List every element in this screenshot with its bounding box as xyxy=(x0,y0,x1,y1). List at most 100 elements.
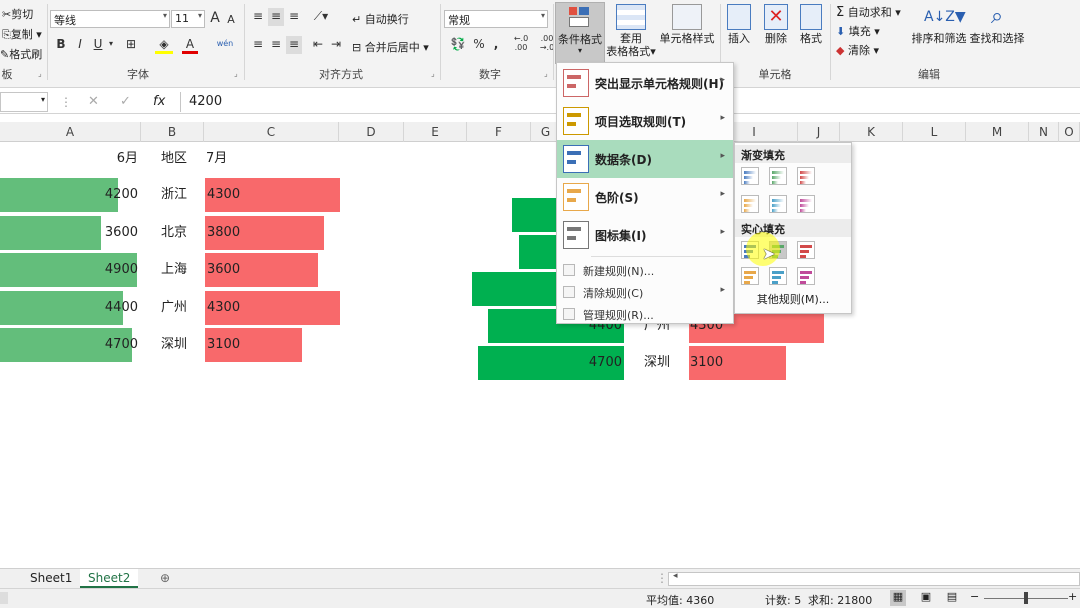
more-rules-item[interactable]: 其他规则(M)... xyxy=(735,291,851,307)
cf-menu-item-1[interactable]: 项目选取规则(T) ▸ xyxy=(557,102,733,140)
align-bottom-icon[interactable]: ≡ xyxy=(286,8,302,26)
june-value[interactable]: 4200 xyxy=(0,178,140,212)
region-label[interactable]: 北京 xyxy=(146,216,202,250)
column-header-c[interactable]: C xyxy=(204,122,339,142)
align-left-icon[interactable]: ≡ xyxy=(250,36,266,54)
clipboard-launcher-icon[interactable]: ⌟ xyxy=(38,69,42,78)
region-label[interactable]: 浙江 xyxy=(146,178,202,212)
shrink-font-button[interactable]: A xyxy=(225,12,237,30)
merge-center-button[interactable]: ⊟ 合并后居中 ▾ xyxy=(352,39,429,55)
format-as-table-button[interactable]: 套用 表格格式▾ xyxy=(606,2,656,62)
data-bar-option[interactable] xyxy=(741,267,759,285)
tab-sheet1[interactable]: Sheet1 xyxy=(22,569,80,588)
data-bar-option[interactable] xyxy=(769,167,787,185)
phonetic-button[interactable]: wén xyxy=(216,36,234,54)
data-bar-option[interactable] xyxy=(741,195,759,213)
increase-indent-icon[interactable]: ⇥ xyxy=(328,36,344,54)
june-value[interactable]: 4700 xyxy=(0,328,140,362)
page-layout-icon[interactable]: ▣ xyxy=(918,590,934,603)
region-label[interactable]: 深圳 xyxy=(146,328,202,362)
cf-menu-item-0[interactable]: 突出显示单元格规则(H) ▸ xyxy=(557,64,733,102)
june-value[interactable]: 3600 xyxy=(0,216,140,250)
align-right-icon[interactable]: ≡ xyxy=(286,36,302,54)
clear-button[interactable]: ◆ 清除 ▾ xyxy=(836,42,879,58)
cf-menu-item-3[interactable]: 色阶(S) ▸ xyxy=(557,178,733,216)
insert-button[interactable]: 插入 xyxy=(722,2,756,62)
alignment-launcher-icon[interactable]: ⌟ xyxy=(431,69,435,78)
fill-button[interactable]: ⬇ 填充 ▾ xyxy=(836,23,880,39)
region-label[interactable]: 广州 xyxy=(146,291,202,325)
decrease-indent-icon[interactable]: ⇤ xyxy=(310,36,326,54)
align-middle-icon[interactable]: ≡ xyxy=(268,8,284,26)
align-center-icon[interactable]: ≡ xyxy=(268,36,284,54)
conditional-format-button[interactable]: 条件格式 ▾ xyxy=(555,2,605,64)
worksheet-grid[interactable]: 6月 地区 7月 4200 浙江 4300 3600 北京 3800 4900 上海 3600 4400… xyxy=(0,142,1080,568)
number-launcher-icon[interactable]: ⌟ xyxy=(544,69,548,78)
july-value[interactable]: 3100 xyxy=(206,328,336,362)
bold-button[interactable]: B xyxy=(54,36,68,54)
copy-button[interactable]: ⎘复制 ▾ xyxy=(2,26,42,42)
zoom-out-icon[interactable]: − xyxy=(970,590,979,603)
july-value[interactable]: 4300 xyxy=(206,291,336,325)
font-name-combo[interactable]: 等线 ▾ xyxy=(50,10,170,28)
data-bar-option[interactable] xyxy=(769,267,787,285)
column-header-o[interactable]: O xyxy=(1059,122,1080,142)
scroll-left-icon[interactable]: ◂ xyxy=(673,571,678,581)
confirm-entry-button[interactable]: ✓ xyxy=(120,94,131,109)
currency-icon[interactable]: 💱 xyxy=(446,36,470,54)
mirrored-region-label[interactable]: 深圳 xyxy=(630,346,684,380)
font-launcher-icon[interactable]: ⌟ xyxy=(234,69,238,78)
horizontal-scrollbar[interactable]: ◂ xyxy=(668,571,1080,586)
cf-menu-small-item-2[interactable]: 管理规则(R)... xyxy=(557,303,733,325)
column-header-k[interactable]: K xyxy=(840,122,903,142)
format-button[interactable]: 格式 xyxy=(796,2,826,62)
underline-button[interactable]: U xyxy=(91,36,105,54)
increase-decimal-button[interactable]: ←.0 .00 xyxy=(510,34,532,52)
mirrored-june-value[interactable]: 4700 xyxy=(470,346,624,380)
chevron-down-icon[interactable]: ▾ xyxy=(106,36,116,54)
formula-bar-handle[interactable]: ⋮ xyxy=(60,95,72,109)
autosum-button[interactable]: Σ 自动求和 ▾ xyxy=(836,4,901,20)
data-bar-option[interactable] xyxy=(769,195,787,213)
cf-menu-small-item-1[interactable]: 清除规则(C) ▸ xyxy=(557,281,733,303)
orientation-icon[interactable]: ⟋▾ xyxy=(310,8,332,26)
wrap-text-button[interactable]: ↵ 自动换行 xyxy=(352,11,409,27)
italic-button[interactable]: I xyxy=(73,36,87,54)
find-select-button[interactable]: ⌕ 查找和选择 xyxy=(968,2,1026,62)
cut-button[interactable]: ✂剪切 xyxy=(2,6,33,22)
zoom-slider-thumb[interactable] xyxy=(1024,592,1028,604)
column-header-a[interactable]: A xyxy=(0,122,141,142)
format-painter-button[interactable]: ✎格式刷 xyxy=(0,46,42,62)
cf-menu-item-4[interactable]: 图标集(I) ▸ xyxy=(557,216,733,254)
column-header-b[interactable]: B xyxy=(141,122,204,142)
sort-filter-button[interactable]: A↓Z▼ 排序和筛选 xyxy=(910,2,968,62)
add-sheet-icon[interactable]: ⊕ xyxy=(152,569,178,588)
normal-view-icon[interactable]: ▦ xyxy=(890,590,906,606)
font-size-combo[interactable]: 11 ▾ xyxy=(171,10,205,28)
tab-sheet2[interactable]: Sheet2 xyxy=(80,569,139,588)
cell-styles-button[interactable]: 单元格样式 xyxy=(658,2,716,62)
column-header-m[interactable]: M xyxy=(966,122,1029,142)
june-value[interactable]: 4900 xyxy=(0,253,140,287)
insert-function-button[interactable]: fx xyxy=(153,94,165,109)
page-break-icon[interactable]: ▤ xyxy=(944,590,960,603)
july-value[interactable]: 3800 xyxy=(206,216,336,250)
grow-font-button[interactable]: A xyxy=(208,10,222,28)
fill-color-icon[interactable]: ◈ xyxy=(155,36,173,54)
percent-button[interactable]: % xyxy=(472,36,486,54)
cancel-entry-button[interactable]: ✕ xyxy=(88,94,99,109)
comma-button[interactable]: , xyxy=(490,36,502,54)
data-bar-option[interactable] xyxy=(797,267,815,285)
font-color-button[interactable]: A xyxy=(182,36,198,54)
borders-icon[interactable]: ⊞ xyxy=(122,36,140,54)
name-box[interactable]: ▾ xyxy=(0,92,48,112)
column-header-l[interactable]: L xyxy=(903,122,966,142)
region-label[interactable]: 上海 xyxy=(146,253,202,287)
data-bar-option[interactable] xyxy=(797,241,815,259)
align-top-icon[interactable]: ≡ xyxy=(250,8,266,26)
cf-menu-item-2[interactable]: 数据条(D) ▸ xyxy=(557,140,733,178)
june-value[interactable]: 4400 xyxy=(0,291,140,325)
column-header-j[interactable]: J xyxy=(798,122,840,142)
zoom-in-icon[interactable]: + xyxy=(1068,590,1077,603)
number-format-combo[interactable]: 常规 ▾ xyxy=(444,10,548,28)
